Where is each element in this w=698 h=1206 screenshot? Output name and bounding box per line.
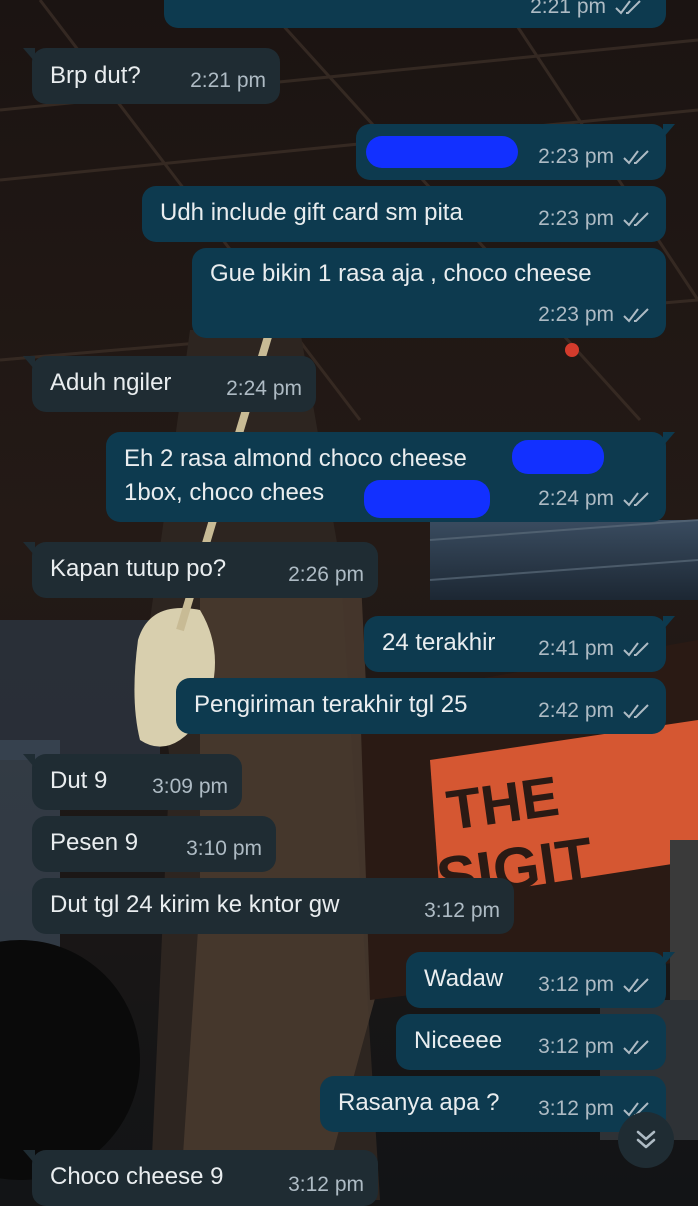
message-meta: 2:23 pm [538, 204, 652, 234]
message-text: Niceeee [414, 1027, 503, 1054]
message-meta: 3:09 pm [152, 772, 228, 802]
message-text: Pesen 9 [50, 829, 139, 856]
message-bubble-outgoing[interactable]: Pengiriman terakhir tgl 25 2:42 pm [176, 678, 666, 734]
message-bubble-outgoing[interactable]: Rasanya apa ? 3:12 pm [320, 1076, 666, 1132]
message-bubble-incoming[interactable]: Pesen 9 3:10 pm [32, 816, 276, 872]
message-text: Udh include gift card sm pita [160, 199, 463, 226]
message-text: Dut tgl 24 kirim ke kntor gw [50, 891, 340, 918]
message-bubble-incoming[interactable]: Dut tgl 24 kirim ke kntor gw 3:12 pm [32, 878, 514, 934]
message-meta: 2:21 pm [190, 66, 266, 96]
message-meta: 3:12 pm [288, 1170, 364, 1200]
message-meta: 3:10 pm [186, 834, 262, 864]
message-meta: 3:12 pm [538, 1032, 652, 1062]
message-time: 3:10 pm [186, 837, 262, 860]
message-bubble-outgoing[interactable]: Wadaw 3:12 pm [406, 952, 675, 1008]
message-bubble-outgoing[interactable]: 24 terakhir 2:41 pm [364, 616, 675, 672]
message-time: 2:24 pm [226, 377, 302, 400]
message-time: 2:23 pm [538, 207, 614, 230]
scroll-to-bottom-button[interactable] [618, 1112, 674, 1168]
message-text: Kapan tutup po? [50, 555, 227, 582]
message-time: 2:41 pm [538, 637, 614, 660]
message-bubble-incoming[interactable]: Choco cheese 9 3:12 pm [23, 1150, 378, 1206]
message-text: Wadaw [424, 965, 504, 992]
message-time: 2:23 pm [538, 303, 614, 326]
message-text: Gue bikin 1 rasa aja , choco cheese [210, 260, 592, 287]
message-meta: 2:42 pm [538, 696, 652, 726]
message-bubble-outgoing[interactable]: 2:21 pm [164, 0, 666, 28]
message-bubble-incoming[interactable]: Dut 9 3:09 pm [23, 754, 242, 810]
message-bubble-incoming[interactable]: Aduh ngiler 2:24 pm [23, 356, 316, 412]
message-time: 2:21 pm [190, 69, 266, 92]
message-time: 3:09 pm [152, 775, 228, 798]
message-meta: 3:12 pm [424, 896, 500, 926]
message-bubble-outgoing[interactable]: Udh include gift card sm pita 2:23 pm [142, 186, 666, 242]
message-text: Brp dut? [50, 62, 141, 89]
message-time: 3:12 pm [288, 1173, 364, 1196]
message-text: Rasanya apa ? [338, 1089, 500, 1116]
message-time: 3:12 pm [538, 1097, 614, 1120]
message-text: Choco cheese 9 [50, 1163, 224, 1190]
read-ticks-icon [623, 212, 649, 227]
message-meta: 2:21 pm [530, 0, 644, 22]
double-chevron-down-icon [636, 1130, 656, 1149]
message-time: 2:24 pm [538, 487, 614, 510]
message-text: 24 terakhir [382, 629, 496, 656]
message-text: Pengiriman terakhir tgl 25 [194, 691, 468, 718]
read-ticks-icon [623, 150, 649, 165]
message-bubble-incoming[interactable]: Kapan tutup po? 2:26 pm [23, 542, 378, 598]
message-meta: 2:23 pm [538, 142, 652, 172]
message-text-line2: 1box, choco chees [124, 479, 325, 506]
message-meta: 2:23 pm [538, 300, 652, 330]
message-meta: 2:24 pm [538, 484, 652, 514]
message-text: Dut 9 [50, 767, 108, 794]
redaction-mark [366, 136, 518, 168]
message-bubble-outgoing[interactable]: Niceeee 3:12 pm [396, 1014, 666, 1070]
message-text-line1: Eh 2 rasa almond choco cheese [124, 445, 467, 472]
message-time: 3:12 pm [424, 899, 500, 922]
message-meta: 2:24 pm [226, 374, 302, 404]
read-ticks-icon [623, 308, 649, 323]
message-bubble-outgoing[interactable]: Gue bikin 1 rasa aja , choco cheese 2:23… [192, 248, 666, 338]
message-meta: 3:12 pm [538, 970, 652, 1000]
read-ticks-icon [623, 642, 649, 657]
message-meta: 2:26 pm [288, 560, 364, 590]
read-ticks-icon [623, 978, 649, 993]
read-ticks-icon [623, 492, 649, 507]
read-ticks-icon [623, 1040, 649, 1055]
read-ticks-icon [623, 704, 649, 719]
message-meta: 2:41 pm [538, 634, 652, 664]
message-text: Aduh ngiler [50, 369, 172, 396]
message-time: 3:12 pm [538, 1035, 614, 1058]
message-time: 2:26 pm [288, 563, 364, 586]
stage-light-panel [430, 520, 698, 600]
message-time: 2:42 pm [538, 699, 614, 722]
message-time: 2:23 pm [538, 145, 614, 168]
redaction-mark [512, 440, 604, 474]
message-time: 3:12 pm [538, 973, 614, 996]
message-bubble-incoming[interactable]: Brp dut? 2:21 pm [23, 48, 280, 104]
redaction-mark [364, 480, 490, 518]
read-ticks-icon [615, 0, 641, 15]
message-time: 2:21 pm [530, 0, 606, 18]
